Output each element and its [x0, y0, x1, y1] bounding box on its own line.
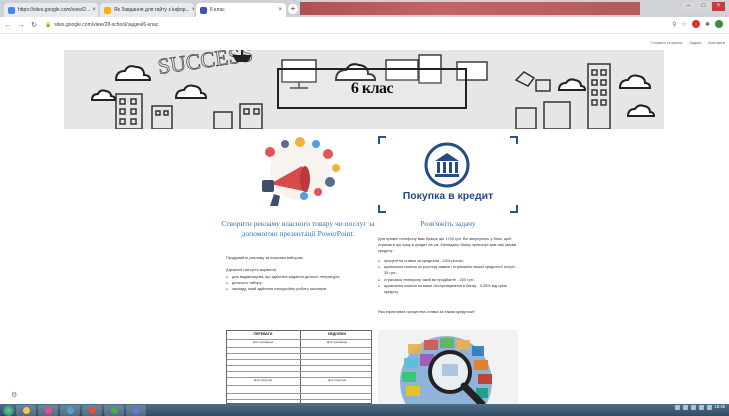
- tray-icon[interactable]: [674, 405, 680, 410]
- reload-icon[interactable]: ↻: [29, 21, 39, 29]
- window-controls: – □ ×: [682, 2, 725, 11]
- system-tray: 18:46: [674, 404, 725, 410]
- taskbar-app-explorer[interactable]: [16, 404, 36, 416]
- list-item: щомісячна комісія за ваше обслуговування…: [378, 283, 522, 295]
- window-close-icon[interactable]: ×: [712, 2, 725, 11]
- list-item: щомісячна комісія за розгляд заявки і от…: [378, 264, 522, 276]
- megaphone-illustration: [262, 137, 340, 206]
- left-sub-text: (Ідеальні наступні варіанти): [226, 267, 277, 272]
- browser-tab-1[interactable]: https://sites.google.com/view/2... ×: [4, 3, 98, 17]
- table-header-cons: НЕДОЛІКИ: [327, 332, 347, 336]
- taskbar-app-6[interactable]: [126, 404, 146, 416]
- minimize-icon[interactable]: –: [682, 2, 695, 11]
- left-intro-text: Продумайте рекламу за власним вибором.: [226, 255, 304, 260]
- table-cell: Для покупців: [327, 378, 347, 382]
- table-line: [227, 385, 371, 386]
- taskbar-app-ie[interactable]: [60, 404, 80, 416]
- tab-title: https://sites.google.com/view/2...: [18, 7, 91, 13]
- table-cell: Для продавців: [326, 340, 348, 344]
- right-bullet-list: процентна ставка за кредитом - 24% річни…: [378, 258, 522, 295]
- app-icon: [110, 406, 118, 414]
- close-icon[interactable]: ×: [276, 7, 282, 13]
- puzzle-icon[interactable]: ✱: [705, 21, 710, 28]
- globe-illustration: [400, 336, 492, 404]
- site-navigation: Головна сторінка Задачі Контакти: [651, 40, 725, 45]
- back-icon[interactable]: ←: [3, 22, 13, 29]
- table-line: [227, 393, 371, 394]
- bank-icon: [424, 142, 470, 188]
- browser-tab-strip: https://sites.google.com/view/2... × Як …: [0, 0, 729, 17]
- tray-icon[interactable]: [682, 405, 688, 410]
- table-line: [227, 371, 371, 372]
- browser-toolbar: ← → ↻ 🔒 sites.google.com/view/28-school/…: [0, 17, 729, 34]
- pros-cons-table-image: ПЕРЕВАГИ НЕДОЛІКИ Для продавців Для прод…: [226, 330, 372, 404]
- address-bar[interactable]: 🔒 sites.google.com/view/28-school/задачі…: [45, 20, 585, 31]
- google-favicon-icon: [8, 6, 15, 14]
- gear-icon[interactable]: ⚙: [11, 391, 17, 399]
- banner-title-frame: 6 клас: [277, 68, 467, 109]
- corner-bracket: [378, 205, 386, 213]
- page-title: 6 клас: [350, 79, 394, 97]
- table-cell: Для покупців: [253, 378, 273, 382]
- nav-item-contacts[interactable]: Контакти: [708, 40, 725, 45]
- table-cell: Для продавців: [252, 340, 274, 344]
- tab-title: Як Завдання для гайту з інфор...: [114, 7, 190, 13]
- chrome-icon: [88, 406, 96, 414]
- star-icon[interactable]: ☆: [682, 21, 687, 28]
- volume-icon[interactable]: [706, 405, 712, 410]
- taskbar-app-5[interactable]: [104, 404, 124, 416]
- close-icon[interactable]: ×: [90, 7, 96, 13]
- corner-bracket: [510, 136, 518, 144]
- table-line: [227, 353, 371, 354]
- corner-bracket: [510, 205, 518, 213]
- site-favicon-icon: [200, 6, 207, 14]
- taskbar-app-media[interactable]: [38, 404, 58, 416]
- taskbar-clock[interactable]: 18:46: [714, 404, 725, 410]
- network-icon[interactable]: [698, 405, 704, 410]
- profile-avatar[interactable]: [715, 20, 723, 28]
- site-favicon-icon: [104, 6, 111, 14]
- credit-badge-image: Покупка в кредит: [378, 136, 518, 213]
- table-line: [227, 365, 371, 366]
- app-icon: [132, 406, 140, 414]
- table-line: [227, 399, 371, 400]
- left-task-title: Створити рекламу власного товару чи посл…: [221, 219, 375, 238]
- os-taskbar: 18:46: [0, 404, 729, 416]
- right-task-title: Розв'яжіть задачу: [420, 219, 476, 228]
- clock-time: 18:46: [714, 404, 725, 410]
- credit-badge-label: Покупка в кредит: [402, 190, 494, 202]
- right-intro-text: Для купівлі телефону вам бракує ще 1700 …: [378, 236, 517, 254]
- tabstrip-background: [300, 2, 640, 15]
- table-line: [227, 359, 371, 360]
- close-icon[interactable]: ×: [190, 7, 194, 13]
- nav-item-home[interactable]: Головна сторінка: [651, 40, 683, 45]
- folder-icon: [22, 406, 30, 414]
- corner-bracket: [378, 136, 386, 144]
- zoom-icon[interactable]: ⚲: [672, 21, 676, 28]
- start-button[interactable]: [3, 404, 14, 416]
- tray-icon[interactable]: [690, 405, 696, 410]
- media-icon: [44, 406, 52, 414]
- toolbar-right: ⚲ ☆ ✱: [672, 20, 723, 28]
- table-header-pros: ПЕРЕВАГИ: [253, 332, 273, 336]
- tab-title: 6 клас: [210, 7, 225, 13]
- table-line: [227, 347, 371, 348]
- browser-tab-2[interactable]: Як Завдання для гайту з інфор... ×: [100, 3, 194, 17]
- right-question-text: Яка ефективна процентна ставка за таким …: [378, 309, 476, 314]
- url-text: sites.google.com/view/28-school/задачі/6…: [54, 22, 159, 28]
- plus-icon[interactable]: +: [288, 4, 298, 14]
- extension-icon[interactable]: [691, 20, 700, 28]
- lock-icon: 🔒: [45, 22, 52, 28]
- taskbar-app-chrome[interactable]: [82, 404, 102, 416]
- globe-magnifier-image: [378, 330, 518, 404]
- ie-icon: [66, 406, 74, 414]
- maximize-icon[interactable]: □: [697, 2, 710, 11]
- nav-item-tasks[interactable]: Задачі: [689, 40, 701, 45]
- browser-tab-3-active[interactable]: 6 клас ×: [196, 3, 286, 17]
- forward-icon[interactable]: →: [16, 22, 26, 29]
- left-bullet-list: для видавництва, що здійснює видання дит…: [226, 274, 376, 293]
- list-item: закладу, який здійснює екскурсійну робот…: [226, 286, 376, 292]
